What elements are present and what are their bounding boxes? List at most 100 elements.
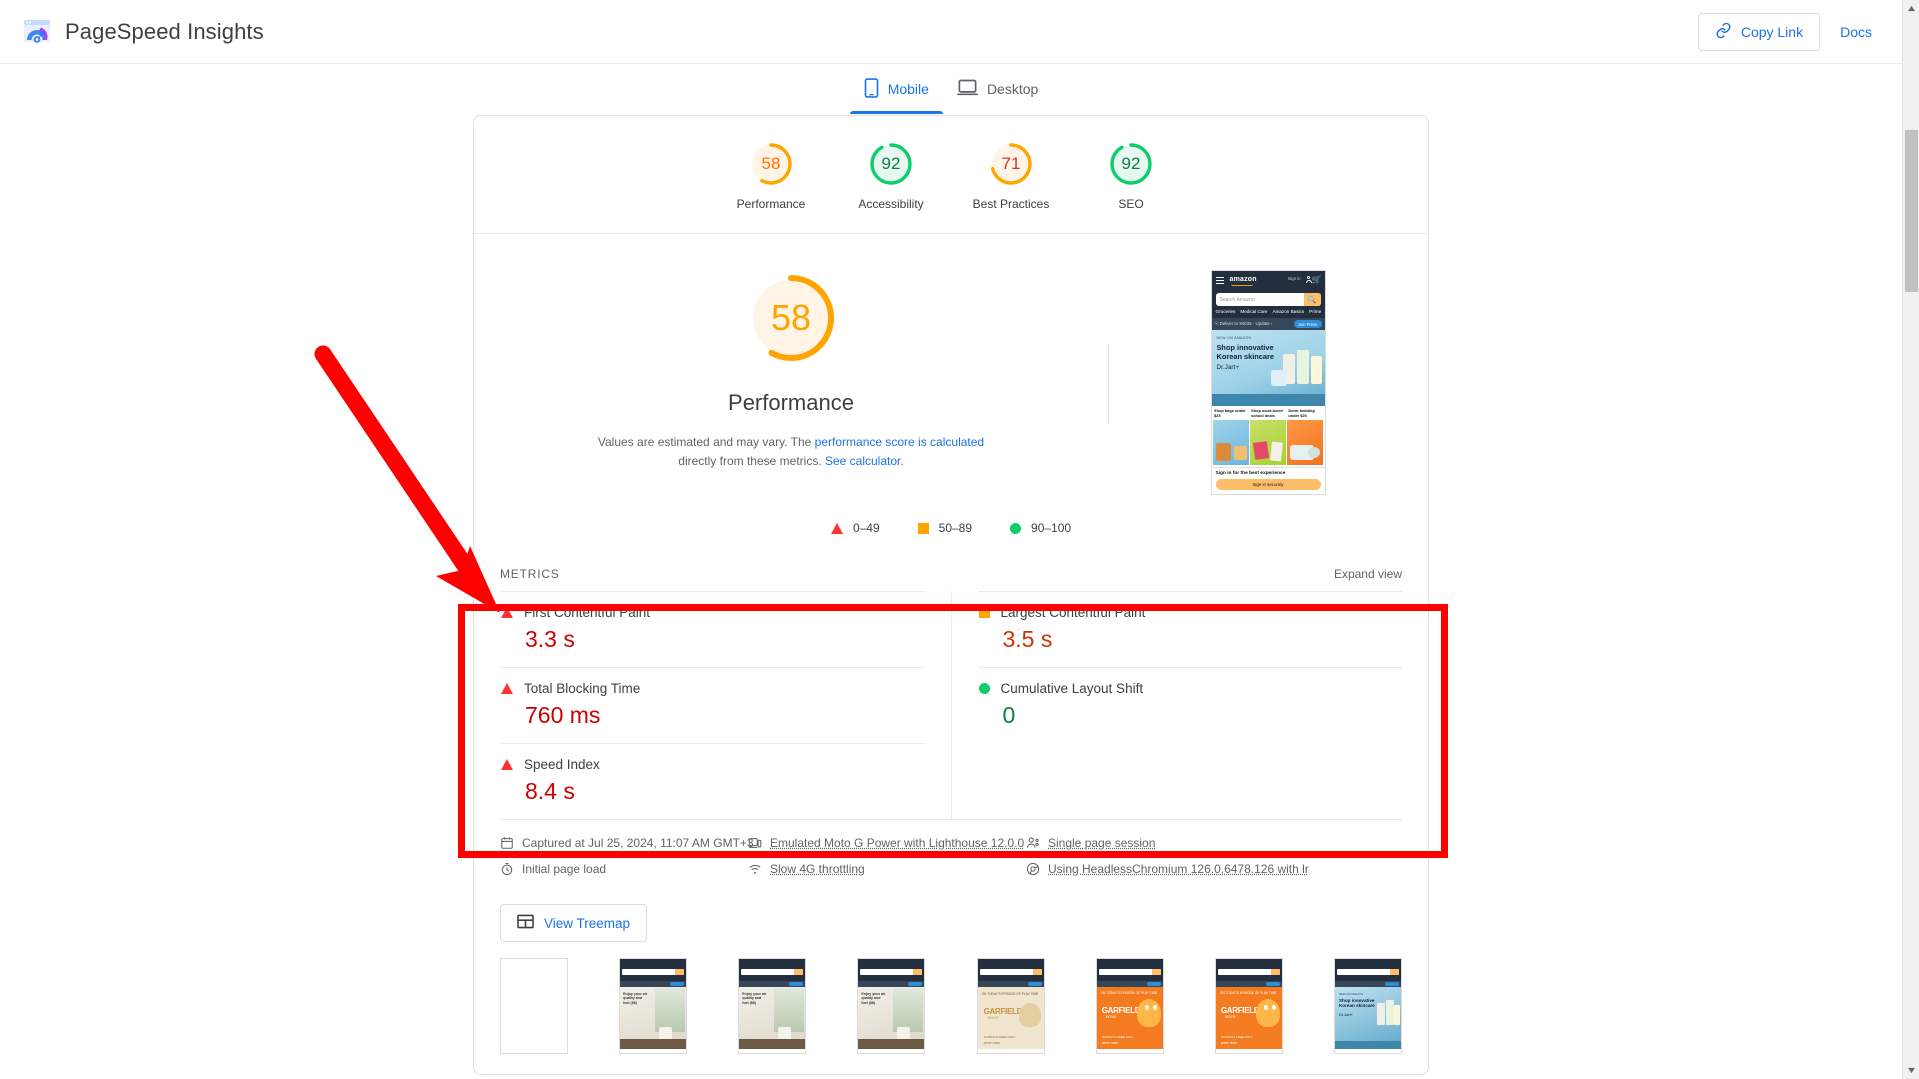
person-icon [1026, 836, 1040, 850]
filmstrip-frame-6[interactable]: ON TODAY'S EPISODE OF PLAY TIME GARFIELD… [1096, 958, 1164, 1054]
performance-score-link[interactable]: performance score is calculated [815, 435, 984, 449]
report-card: 58 Performance 92 Accessibility [473, 115, 1429, 1075]
tab-mobile[interactable]: Mobile [850, 64, 943, 114]
circle-icon [1010, 523, 1021, 534]
circle-icon [979, 683, 990, 694]
category-label-best-practices: Best Practices [973, 197, 1050, 211]
metric-name: Total Blocking Time [524, 681, 640, 696]
copy-link-label: Copy Link [1741, 24, 1803, 40]
metric-first-contentful-paint[interactable]: First Contentful Paint 3.3 s [500, 591, 925, 667]
category-label-performance: Performance [737, 197, 806, 211]
mini-page-render: amazon Sign in 🛒 Searc [1212, 271, 1325, 494]
gauge-performance-value: 58 [747, 140, 795, 188]
tab-desktop[interactable]: Desktop [943, 64, 1052, 114]
metrics-column-right: Largest Contentful Paint 3.5 s Cumulativ… [952, 591, 1403, 819]
see-calculator-link[interactable]: See calculator. [825, 454, 904, 468]
metric-largest-contentful-paint[interactable]: Largest Contentful Paint 3.5 s [978, 591, 1403, 667]
env-captured-at: Captured at Jul 25, 2024, 11:07 AM GMT+3 [500, 836, 740, 850]
page-scrollbar[interactable] [1902, 0, 1919, 1079]
metric-head: Cumulative Layout Shift [978, 681, 1403, 696]
page-screenshot-panel: amazon Sign in 🛒 Searc [1108, 270, 1428, 495]
category-score-best-practices[interactable]: 71 Best Practices [951, 140, 1071, 211]
performance-section: 58 Performance Values are estimated and … [474, 234, 1428, 495]
env-text[interactable]: Emulated Moto G Power with Lighthouse 12… [770, 836, 1024, 850]
gauge-best-practices-value: 71 [987, 140, 1035, 188]
env-user-agent[interactable]: Using HeadlessChromium 126.0.6478.126 wi… [1026, 862, 1402, 876]
metric-speed-index[interactable]: Speed Index 8.4 s [500, 743, 925, 819]
scrollbar-thumb[interactable] [1905, 130, 1918, 292]
filmstrip-frame-7[interactable]: ON TODAY'S EPISODE OF PLAY TIME GARFIELD… [1215, 958, 1283, 1054]
metric-name: Speed Index [524, 757, 600, 772]
view-treemap-label: View Treemap [544, 916, 630, 931]
category-score-accessibility[interactable]: 92 Accessibility [831, 140, 951, 211]
environment-info: Captured at Jul 25, 2024, 11:07 AM GMT+3… [500, 819, 1402, 890]
metric-value: 8.4 s [525, 778, 925, 805]
filmstrip: Enjoy your airquality andfuel ($$) Enjoy… [474, 942, 1428, 1074]
square-icon [918, 523, 929, 534]
metric-head: First Contentful Paint [500, 605, 925, 620]
category-score-row: 58 Performance 92 Accessibility [474, 116, 1428, 234]
env-session-type[interactable]: Single page session [1026, 836, 1402, 850]
legend-label-pass: 90–100 [1031, 521, 1071, 535]
docs-link[interactable]: Docs [1840, 24, 1880, 40]
gauge-seo-value: 92 [1107, 140, 1155, 188]
metric-head: Largest Contentful Paint [978, 605, 1403, 620]
legend-item-average: 50–89 [918, 521, 972, 535]
metric-value: 3.3 s [525, 626, 925, 653]
env-text[interactable]: Single page session [1048, 836, 1155, 850]
triangle-icon [831, 523, 843, 534]
mobile-phone-icon [864, 78, 879, 101]
filmstrip-frame-3[interactable]: Enjoy your airquality andfuel ($$) [738, 958, 806, 1054]
metric-value: 760 ms [525, 702, 925, 729]
gauge-performance: 58 [747, 140, 795, 188]
env-text: Initial page load [522, 862, 606, 876]
view-treemap-button[interactable]: View Treemap [500, 904, 647, 942]
metrics-grid: First Contentful Paint 3.3 s Total Block… [500, 591, 1402, 819]
env-page-load-type: Initial page load [500, 862, 740, 876]
category-score-seo[interactable]: 92 SEO [1071, 140, 1191, 211]
chrome-icon [1026, 862, 1040, 876]
metric-total-blocking-time[interactable]: Total Blocking Time 760 ms [500, 667, 925, 743]
triangle-icon [501, 607, 513, 618]
header-actions: Copy Link Docs [1698, 13, 1880, 51]
score-legend: 0–49 50–89 90–100 [474, 495, 1428, 555]
triangle-icon [501, 759, 513, 770]
env-throttling[interactable]: Slow 4G throttling [748, 862, 1018, 876]
network-icon [748, 862, 762, 876]
metric-head: Total Blocking Time [500, 681, 925, 696]
category-label-seo: SEO [1118, 197, 1143, 211]
category-score-performance[interactable]: 58 Performance [711, 140, 831, 211]
filmstrip-frame-4[interactable]: Enjoy your airquality andfuel ($$) [857, 958, 925, 1054]
metric-name: First Contentful Paint [524, 605, 650, 620]
link-icon [1715, 22, 1732, 42]
metric-value: 0 [1003, 702, 1403, 729]
expand-view-toggle[interactable]: Expand view [1334, 567, 1402, 581]
page-screenshot-thumbnail[interactable]: amazon Sign in 🛒 Searc [1211, 270, 1326, 495]
clock-icon [500, 862, 514, 876]
metric-head: Speed Index [500, 757, 925, 772]
copy-link-button[interactable]: Copy Link [1698, 13, 1820, 51]
filmstrip-frame-5[interactable]: ON TODAY'S EPISODE OF PLAY TIME GARFIELD… [977, 958, 1045, 1054]
treemap-section: View Treemap [474, 890, 1428, 942]
filmstrip-frame-2[interactable]: Enjoy your airquality andfuel ($$) [619, 958, 687, 1054]
env-text[interactable]: Slow 4G throttling [770, 862, 865, 876]
metric-name: Largest Contentful Paint [1001, 605, 1146, 620]
section-divider [1108, 344, 1109, 424]
performance-description: Values are estimated and may vary. The p… [581, 433, 1001, 471]
filmstrip-frame-1[interactable] [500, 958, 568, 1054]
env-emulated-device[interactable]: Emulated Moto G Power with Lighthouse 12… [748, 836, 1018, 850]
env-text[interactable]: Using HeadlessChromium 126.0.6478.126 wi… [1048, 862, 1309, 876]
calendar-icon [500, 836, 514, 850]
metrics-column-left: First Contentful Paint 3.3 s Total Block… [500, 591, 952, 819]
performance-summary: 58 Performance Values are estimated and … [474, 270, 1108, 495]
scroll-up-icon[interactable] [1903, 0, 1919, 17]
gauge-accessibility-value: 92 [867, 140, 915, 188]
scroll-down-icon[interactable] [1903, 1062, 1919, 1079]
app-header: PageSpeed Insights Copy Link Docs [0, 0, 1902, 64]
filmstrip-frame-8[interactable]: NEW ON AMAZON Shop innovativeKorean skin… [1334, 958, 1402, 1054]
legend-label-fail: 0–49 [853, 521, 880, 535]
legend-label-average: 50–89 [939, 521, 972, 535]
gauge-accessibility: 92 [867, 140, 915, 188]
env-text: Captured at Jul 25, 2024, 11:07 AM GMT+3 [522, 836, 754, 850]
metric-cumulative-layout-shift[interactable]: Cumulative Layout Shift 0 [978, 667, 1403, 743]
